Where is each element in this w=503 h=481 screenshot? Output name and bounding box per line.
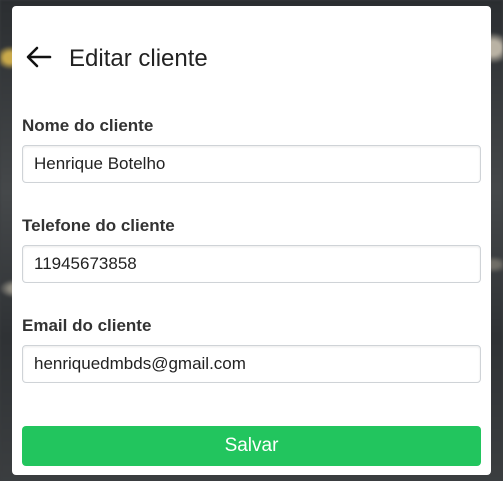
- client-name-input[interactable]: [22, 145, 481, 183]
- edit-client-modal: Editar cliente Nome do cliente Telefone …: [12, 6, 491, 475]
- client-email-field: Email do cliente: [22, 315, 481, 383]
- client-phone-label: Telefone do cliente: [22, 216, 175, 235]
- client-email-input[interactable]: [22, 345, 481, 383]
- save-button[interactable]: Salvar: [22, 426, 481, 466]
- arrow-left-icon: [26, 46, 52, 73]
- back-button[interactable]: [25, 45, 53, 73]
- client-name-label: Nome do cliente: [22, 116, 154, 135]
- page-title: Editar cliente: [69, 45, 208, 72]
- client-phone-field: Telefone do cliente: [22, 215, 481, 283]
- client-phone-input[interactable]: [22, 245, 481, 283]
- modal-header: Editar cliente: [25, 39, 208, 79]
- client-name-field: Nome do cliente: [22, 115, 481, 183]
- client-email-label: Email do cliente: [22, 316, 152, 335]
